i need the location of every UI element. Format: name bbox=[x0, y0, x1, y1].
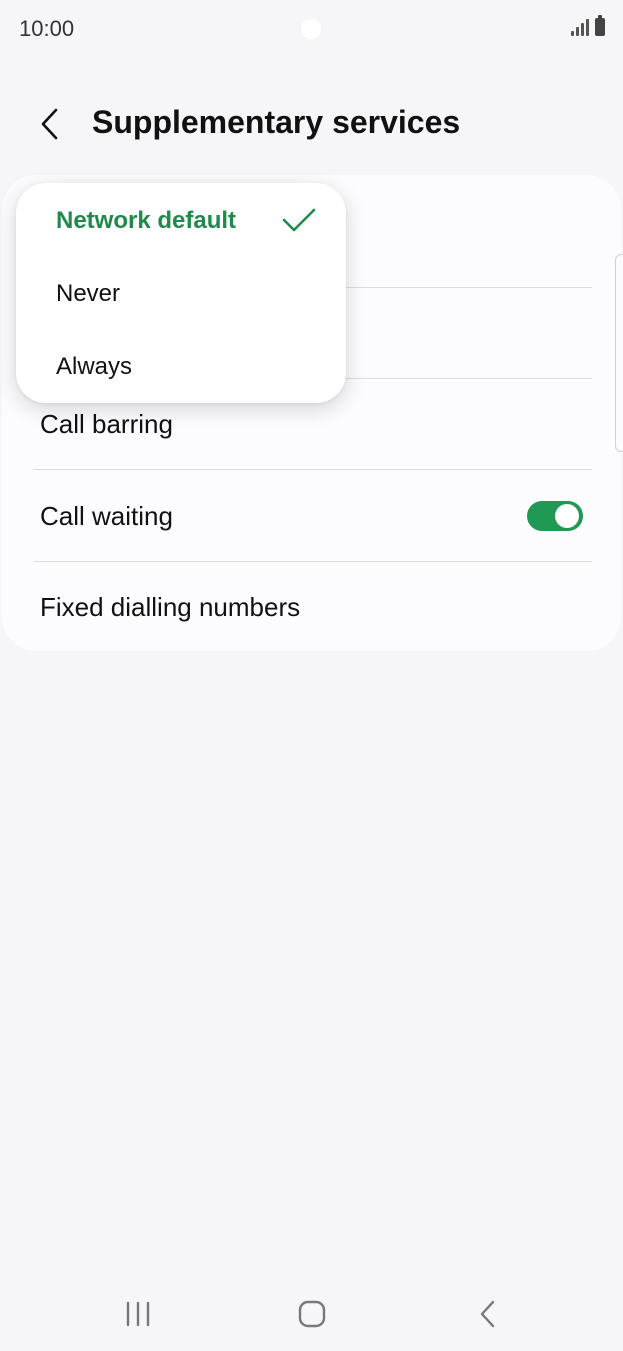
status-time: 10:00 bbox=[19, 16, 75, 41]
home-button[interactable] bbox=[288, 1296, 336, 1332]
setting-label: Fixed dialling numbers bbox=[40, 591, 301, 622]
popup-menu: Network default Never Always bbox=[16, 183, 346, 403]
recent-apps-button[interactable] bbox=[114, 1296, 162, 1332]
back-icon bbox=[480, 1300, 495, 1328]
check-icon bbox=[282, 208, 316, 232]
page-title: Supplementary services bbox=[92, 104, 461, 140]
setting-row-fixed-dialling[interactable]: Fixed dialling numbers bbox=[32, 562, 591, 652]
home-icon bbox=[298, 1300, 326, 1328]
camera-cutout bbox=[301, 19, 321, 39]
setting-label: Call waiting bbox=[40, 500, 173, 531]
scroll-handle[interactable] bbox=[615, 254, 623, 452]
menu-option-label: Network default bbox=[56, 207, 237, 234]
menu-option-never[interactable]: Never bbox=[16, 258, 346, 330]
status-icons bbox=[571, 15, 605, 36]
battery-icon bbox=[595, 15, 605, 36]
setting-row-call-waiting[interactable]: Call waiting bbox=[32, 471, 591, 561]
navigation-bar bbox=[0, 1276, 623, 1351]
menu-option-label: Never bbox=[56, 280, 121, 307]
recent-apps-icon bbox=[126, 1301, 150, 1327]
toggle-knob bbox=[555, 504, 579, 528]
nav-back-button[interactable] bbox=[464, 1296, 512, 1332]
call-waiting-toggle[interactable] bbox=[527, 501, 583, 531]
setting-label: Call barring bbox=[40, 408, 173, 439]
menu-option-always[interactable]: Always bbox=[16, 331, 346, 403]
menu-option-label: Always bbox=[56, 353, 133, 380]
signal-icon bbox=[571, 18, 589, 36]
status-bar: 10:00 bbox=[0, 0, 623, 58]
back-button[interactable] bbox=[28, 102, 72, 146]
chevron-left-icon bbox=[41, 108, 58, 140]
app-header: Supplementary services bbox=[0, 88, 623, 158]
menu-option-network-default[interactable]: Network default bbox=[16, 185, 346, 257]
divider bbox=[34, 469, 592, 470]
